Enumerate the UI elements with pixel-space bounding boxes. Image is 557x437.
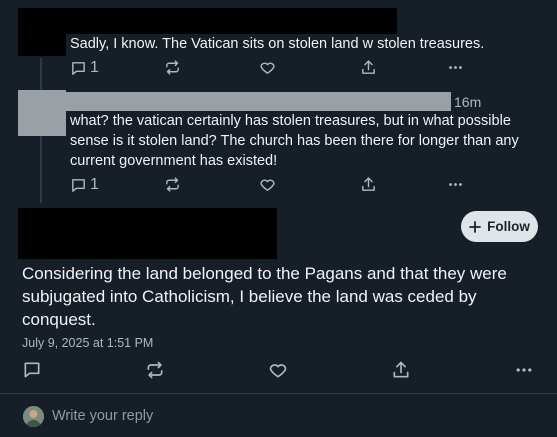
share-button[interactable]: [360, 59, 377, 76]
redacted-author-name: [66, 92, 451, 111]
share-icon: [362, 60, 375, 74]
comment-icon: [72, 61, 85, 75]
reply-input[interactable]: Write your reply: [52, 408, 153, 424]
like-button[interactable]: [259, 59, 276, 76]
more-icon: [449, 183, 462, 186]
like-button[interactable]: [259, 176, 276, 193]
post-date[interactable]: July 9, 2025 at 1:51 PM: [22, 336, 153, 350]
repost-button[interactable]: [164, 59, 181, 76]
repost-button[interactable]: [145, 360, 165, 380]
post-text: Sadly, I know. The Vatican sits on stole…: [70, 36, 485, 52]
repost-icon: [166, 177, 179, 192]
like-icon: [269, 364, 287, 378]
avatar: [23, 406, 44, 427]
post-time: 16m: [454, 94, 482, 110]
repost-icon: [166, 60, 179, 75]
more-icon: [516, 368, 532, 372]
more-button[interactable]: [514, 360, 534, 380]
like-button[interactable]: [268, 360, 288, 380]
redacted-avatar: [18, 90, 66, 136]
plus-icon: [469, 220, 482, 233]
redacted-author-block: [18, 208, 277, 259]
comment-icon: [72, 178, 85, 192]
follow-label: Follow: [487, 219, 530, 234]
share-icon: [362, 177, 375, 191]
comment-button[interactable]: 1: [70, 176, 99, 194]
like-icon: [260, 62, 275, 74]
share-icon: [393, 361, 409, 378]
more-button[interactable]: [447, 176, 464, 193]
share-button[interactable]: [360, 176, 377, 193]
repost-icon: [147, 361, 163, 379]
share-button[interactable]: [391, 360, 411, 380]
redacted-author-name: [66, 8, 397, 34]
reply-count: 1: [90, 176, 99, 193]
comment-button[interactable]: [22, 360, 42, 380]
main-post-text: Considering the land belonged to the Pag…: [22, 264, 507, 329]
reply-count: 1: [90, 59, 99, 76]
like-icon: [260, 179, 275, 191]
more-icon: [449, 66, 462, 69]
divider: [0, 393, 557, 394]
post-text: what? the vatican certainly has stolen t…: [70, 113, 519, 169]
more-button[interactable]: [447, 59, 464, 76]
follow-button[interactable]: Follow: [461, 211, 538, 242]
redacted-avatar: [18, 8, 66, 56]
comment-icon: [24, 362, 40, 378]
comment-button[interactable]: 1: [70, 59, 99, 77]
repost-button[interactable]: [164, 176, 181, 193]
